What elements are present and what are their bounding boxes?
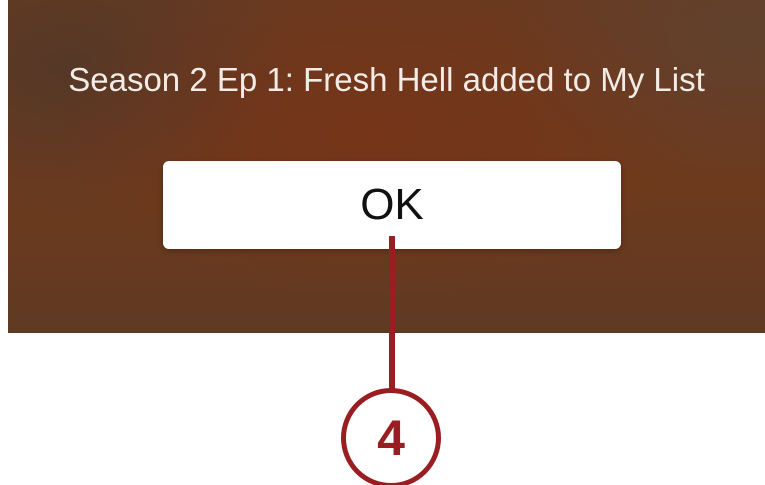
- callout-number-badge: 4: [341, 388, 441, 485]
- alert-panel: Season 2 Ep 1: Fresh Hell added to My Li…: [8, 0, 765, 333]
- alert-message: Season 2 Ep 1: Fresh Hell added to My Li…: [68, 61, 705, 98]
- callout-line: [389, 236, 395, 396]
- screenshot-stage: Season 2 Ep 1: Fresh Hell added to My Li…: [0, 0, 765, 485]
